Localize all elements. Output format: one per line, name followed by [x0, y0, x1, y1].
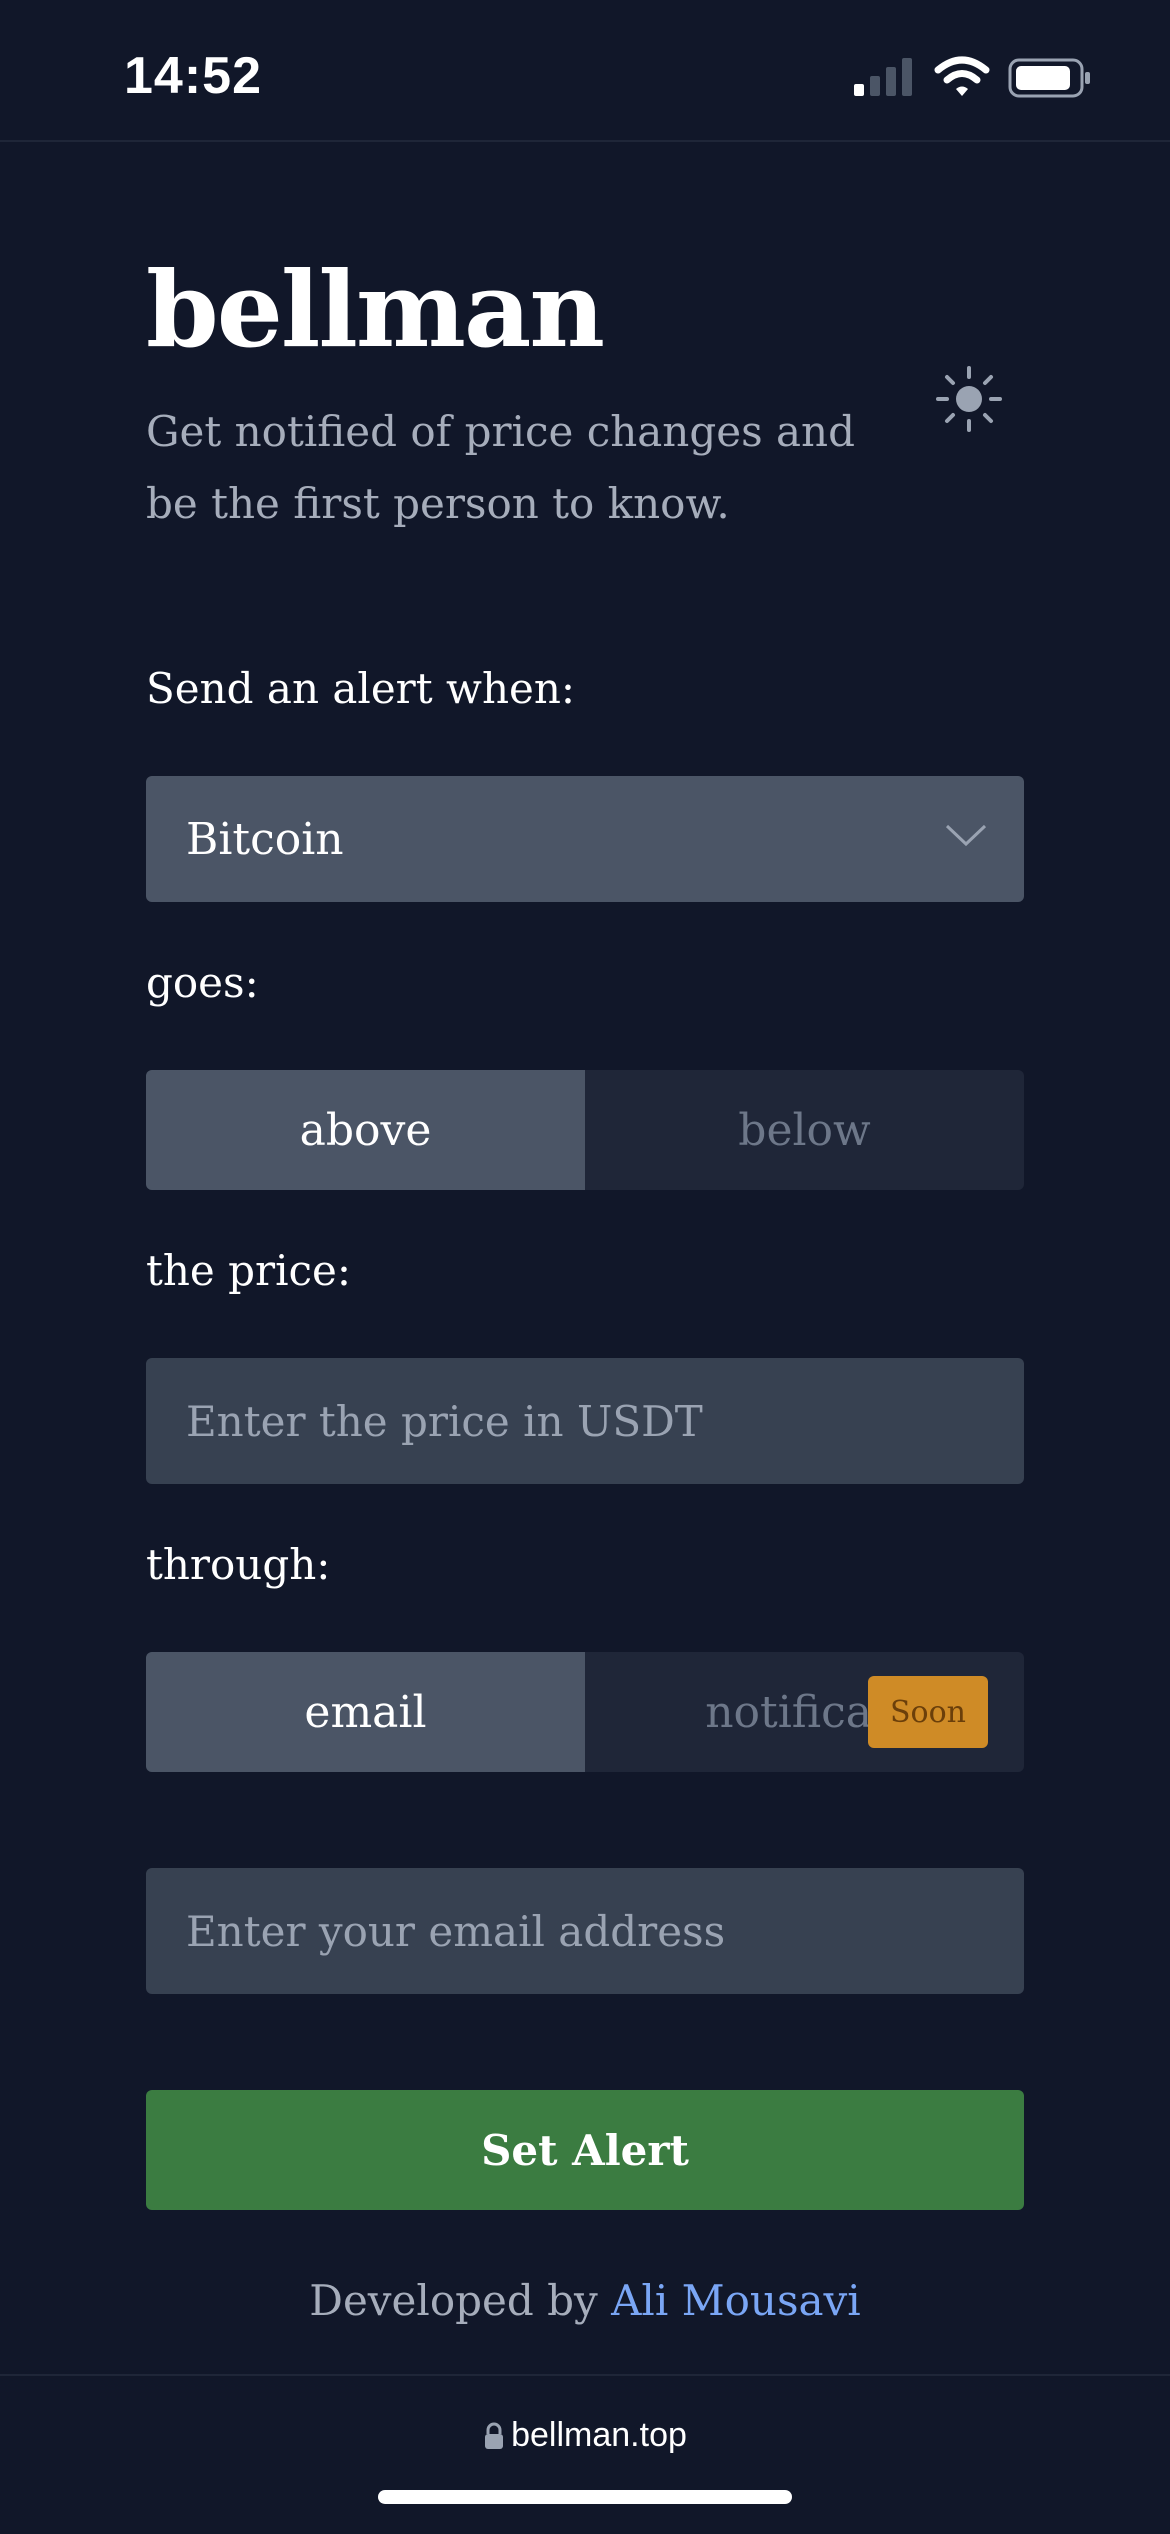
- tagline: Get notified of price changes and be the…: [146, 407, 855, 528]
- home-indicator[interactable]: [378, 2490, 792, 2504]
- sun-icon[interactable]: [934, 364, 1004, 434]
- battery-icon: [1008, 58, 1090, 98]
- set-alert-button[interactable]: Set Alert: [146, 2090, 1024, 2210]
- direction-option-below[interactable]: below: [585, 1070, 1024, 1190]
- price-input[interactable]: Enter the price in USDT: [146, 1358, 1024, 1484]
- brand-title: bellman: [146, 248, 605, 371]
- soon-badge: Soon: [868, 1676, 988, 1748]
- asset-select[interactable]: Bitcoin: [146, 776, 1024, 902]
- credit-line: Developed by Ali Mousavi: [0, 2276, 1170, 2325]
- channel-option-email[interactable]: email: [146, 1652, 585, 1772]
- direction-option-above[interactable]: above: [146, 1070, 585, 1190]
- url-row: bellman.top: [0, 2416, 1170, 2455]
- alert-label: Send an alert when:: [146, 664, 576, 713]
- status-bar: 14:52: [0, 0, 1170, 142]
- price-label: the price:: [146, 1246, 352, 1295]
- channel-label: through:: [146, 1540, 331, 1589]
- credit-prefix: Developed by: [309, 2276, 598, 2325]
- browser-url-bar[interactable]: bellman.top: [0, 2374, 1170, 2534]
- status-time: 14:52: [124, 47, 262, 105]
- chevron-down-icon: [945, 824, 987, 847]
- lock-icon: [485, 2422, 504, 2449]
- signal-icon: [854, 58, 912, 96]
- author-link[interactable]: Ali Mousavi: [611, 2276, 861, 2325]
- url-text: bellman.top: [511, 2416, 687, 2454]
- asset-select-value: Bitcoin: [186, 814, 344, 865]
- direction-label: goes:: [146, 958, 259, 1007]
- direction-toggle: above below: [146, 1070, 1024, 1190]
- wifi-icon: [934, 56, 990, 96]
- email-input[interactable]: Enter your email address: [146, 1868, 1024, 1994]
